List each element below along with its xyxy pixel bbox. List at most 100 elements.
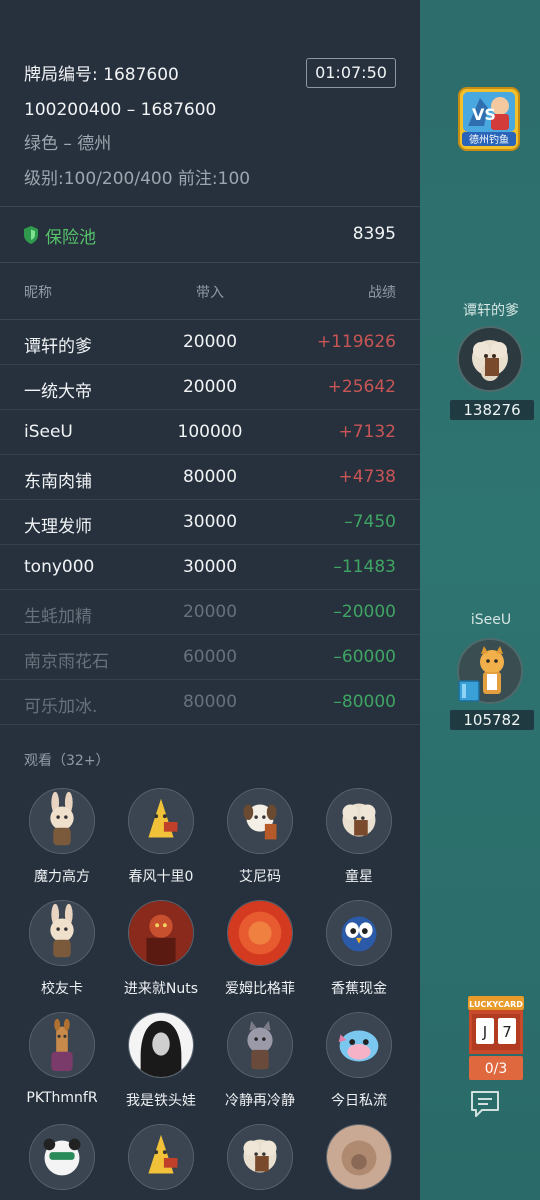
svg-text:VS: VS xyxy=(472,105,496,124)
spectator-item[interactable]: 魔力高方 xyxy=(12,788,112,900)
lucky-card-widget[interactable]: LUCKYCARD J 7 0/3 xyxy=(468,996,524,1082)
header-result: 战绩 xyxy=(368,285,396,301)
spectator-name: 爱姆比格菲 xyxy=(225,981,295,997)
player-nickname: 大理发师 xyxy=(24,517,92,537)
player-nickname: 谭轩的爹 xyxy=(24,337,92,357)
player-nickname: 东南肉铺 xyxy=(24,472,92,492)
chat-icon[interactable] xyxy=(470,1090,500,1118)
table-row: 南京雨花石 60000 –60000 xyxy=(0,635,420,680)
spectator-avatar[interactable] xyxy=(326,900,392,966)
seat-name: iSeeU xyxy=(470,612,512,628)
player-result: –80000 xyxy=(333,692,396,712)
spectator-avatar[interactable] xyxy=(227,1124,293,1190)
player-nickname: 一统大帝 xyxy=(24,382,92,402)
header-nickname: 昵称 xyxy=(24,285,52,301)
result-table: 谭轩的爹 20000 +119626 一统大帝 20000 +25642 iSeeU 1000… xyxy=(0,320,420,725)
player-nickname: 可乐加冰. xyxy=(24,697,98,717)
spectator-avatar[interactable] xyxy=(29,788,95,854)
table-row: 谭轩的爹 20000 +119626 xyxy=(0,320,420,365)
player-buyin: 30000 xyxy=(182,512,238,532)
spectator-item[interactable]: 爱姆比格菲 xyxy=(210,900,310,1012)
shield-icon xyxy=(24,226,38,244)
spectator-name: 冷静再冷静 xyxy=(225,1093,295,1109)
card-holder-icon xyxy=(458,680,480,702)
insurance-label: 保险池 xyxy=(45,228,96,248)
player-result: +7132 xyxy=(338,422,396,442)
insurance-pool: 保险池 8395 xyxy=(24,218,396,252)
divider xyxy=(0,206,420,207)
room-type: 绿色 – 德州 xyxy=(24,134,112,154)
player-buyin: 20000 xyxy=(182,377,238,397)
player-nickname: 南京雨花石 xyxy=(24,652,109,672)
lucky-card-count: 0/3 xyxy=(485,1061,508,1077)
player-result: –60000 xyxy=(333,647,396,667)
spectator-item[interactable]: 童星 xyxy=(309,788,409,900)
header-buyin: 带入 xyxy=(196,285,224,301)
spectator-avatar[interactable] xyxy=(128,900,194,966)
player-buyin: 30000 xyxy=(182,557,238,577)
player-buyin: 20000 xyxy=(182,602,238,622)
player-nickname: 生蚝加精 xyxy=(24,607,92,627)
player-result: –11483 xyxy=(333,557,396,577)
vs-badge-text: 德州钓鱼 xyxy=(469,133,509,146)
spectator-item[interactable]: 冷静再冷静 xyxy=(210,1012,310,1124)
table-row: 大理发师 30000 –7450 xyxy=(0,500,420,545)
spectator-avatar[interactable] xyxy=(326,788,392,854)
spectator-name: 香蕉现金 xyxy=(331,981,387,997)
spectator-item[interactable]: PKThmnfR xyxy=(12,1012,112,1124)
blinds-line: 100200400 – 1687600 xyxy=(24,99,217,120)
spectator-avatar[interactable] xyxy=(29,1012,95,1078)
spectator-name: 魔力高方 xyxy=(34,869,90,885)
table-row: 可乐加冰. 80000 –80000 xyxy=(0,680,420,725)
spectator-avatar[interactable] xyxy=(29,900,95,966)
sheep-avatar-icon xyxy=(459,328,521,390)
spectator-item[interactable]: 今日私流 xyxy=(309,1012,409,1124)
spectator-name: PKThmnfR xyxy=(26,1090,98,1106)
spectators-title: 观看（32+） xyxy=(24,753,110,769)
spectator-item[interactable]: 我是铁头娃 xyxy=(111,1012,211,1124)
spectator-item[interactable] xyxy=(111,1124,211,1200)
spectator-name: 艾尼码 xyxy=(239,869,281,885)
vs-event-badge[interactable]: VS 德州钓鱼 xyxy=(458,86,520,152)
spectator-name: 校友卡 xyxy=(41,981,83,997)
lucky-card-title: LUCKYCARD xyxy=(469,1000,523,1009)
spectator-avatar[interactable] xyxy=(326,1012,392,1078)
spectator-item[interactable]: 进来就Nuts xyxy=(111,900,211,1012)
spectator-item[interactable]: 艾尼码 xyxy=(210,788,310,900)
spectator-item[interactable]: 校友卡 xyxy=(12,900,112,1012)
seat-chips: 138276 xyxy=(450,400,534,420)
spectator-avatar[interactable] xyxy=(227,900,293,966)
spectator-avatar[interactable] xyxy=(128,788,194,854)
player-result: +119626 xyxy=(316,332,396,352)
player-result: +4738 xyxy=(338,467,396,487)
player-buyin: 100000 xyxy=(177,422,243,442)
spectator-item[interactable]: 春风十里0 xyxy=(111,788,211,900)
lucky-card-2: 7 xyxy=(502,1023,512,1041)
game-timer: 01:07:50 xyxy=(306,58,396,88)
spectator-item[interactable] xyxy=(12,1124,112,1200)
game-record-panel: 牌局编号: 1687600 100200400 – 1687600 绿色 – 德… xyxy=(0,0,420,1200)
spectator-avatar[interactable] xyxy=(227,788,293,854)
player-nickname: tony000 xyxy=(24,557,95,577)
spectator-name: 童星 xyxy=(345,869,373,885)
spectator-avatar[interactable] xyxy=(29,1124,95,1190)
insurance-value: 8395 xyxy=(352,224,396,244)
spectator-avatar[interactable] xyxy=(128,1124,194,1190)
player-result: –20000 xyxy=(333,602,396,622)
spectator-avatar[interactable] xyxy=(128,1012,194,1078)
game-table-area: VS 德州钓鱼 谭轩的爹 138276 iSeeU 105782 LUCKYCA… xyxy=(420,0,540,1200)
table-row: 一统大帝 20000 +25642 xyxy=(0,365,420,410)
seat-name: 谭轩的爹 xyxy=(463,303,519,319)
player-result: –7450 xyxy=(344,512,396,532)
player-buyin: 80000 xyxy=(182,692,238,712)
spectator-item[interactable] xyxy=(309,1124,409,1200)
spectator-item[interactable] xyxy=(210,1124,310,1200)
spectator-item[interactable]: 香蕉现金 xyxy=(309,900,409,1012)
spectator-avatar[interactable] xyxy=(326,1124,392,1190)
spectator-avatar[interactable] xyxy=(227,1012,293,1078)
spectator-name: 今日私流 xyxy=(331,1093,387,1109)
lucky-card-1: J xyxy=(482,1023,487,1041)
player-buyin: 20000 xyxy=(182,332,238,352)
table-header: 昵称 带入 战绩 xyxy=(24,280,396,304)
player-avatar[interactable] xyxy=(457,326,523,392)
